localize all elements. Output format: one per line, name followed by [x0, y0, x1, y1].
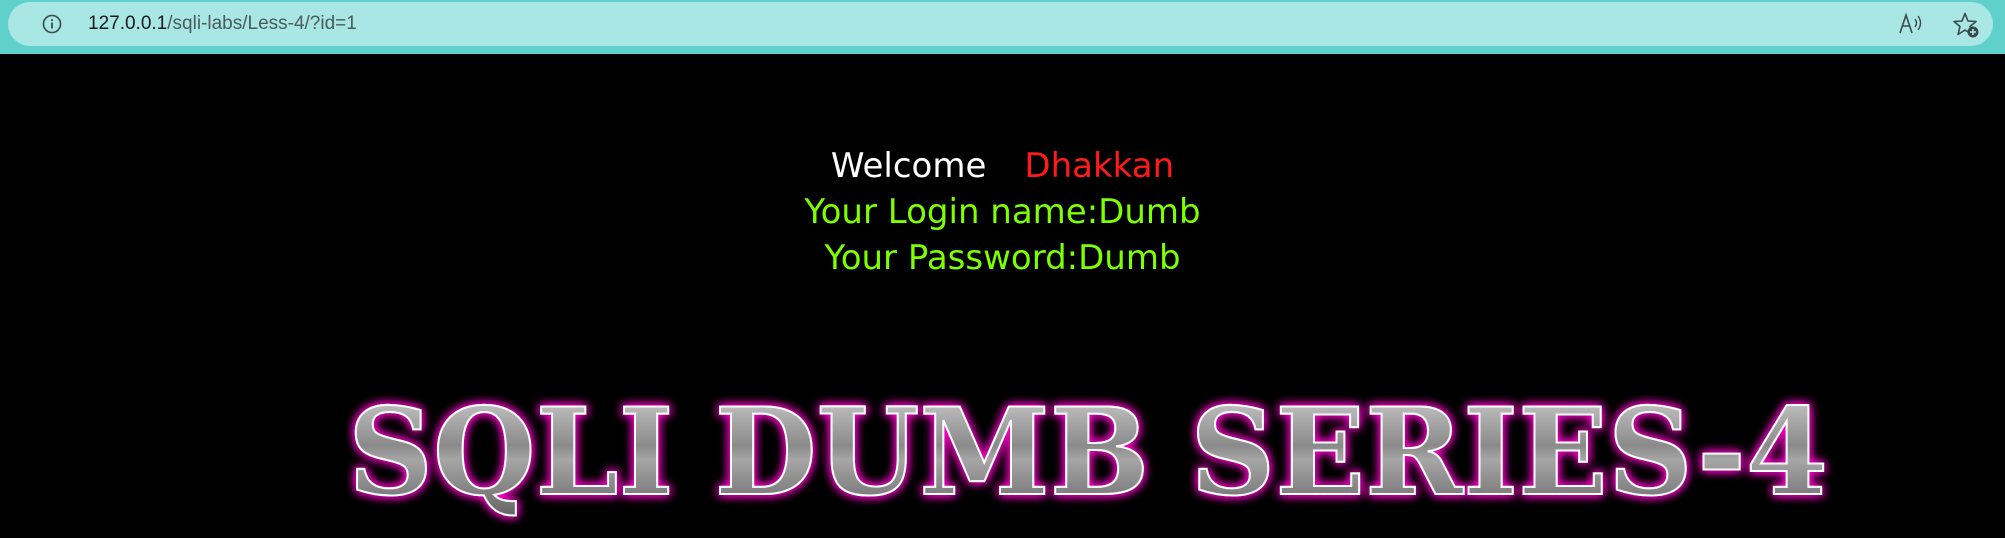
url-path: /sqli-labs/Less-4/?id=1 — [167, 13, 357, 34]
url-host: 127.0.0.1 — [88, 13, 168, 34]
page-content: Welcome Dhakkan Your Login name:Dumb Your… — [0, 54, 2005, 538]
banner-text: SQLI DUMB SERIES-4 — [348, 382, 1828, 523]
login-name-line: Your Login name:Dumb — [804, 192, 1201, 232]
info-icon[interactable] — [42, 14, 62, 34]
welcome-label: Welcome — [830, 146, 987, 186]
favorite-add-icon[interactable] — [1952, 11, 1980, 39]
password-line: Your Password:Dumb — [824, 238, 1181, 278]
address-bar[interactable]: 127.0.0.1/sqli-labs/Less-4/?id=1 — [8, 2, 1993, 46]
url-text[interactable]: 127.0.0.1/sqli-labs/Less-4/?id=1 — [88, 9, 357, 39]
read-aloud-icon[interactable] — [1898, 12, 1924, 36]
welcome-name: Dhakkan — [1024, 146, 1175, 186]
browser-toolbar: 127.0.0.1/sqli-labs/Less-4/?id=1 — [0, 0, 2005, 54]
banner-image: SQLI DUMB SERIES-4 — [347, 381, 1829, 524]
welcome-line: Welcome Dhakkan — [0, 146, 2005, 186]
